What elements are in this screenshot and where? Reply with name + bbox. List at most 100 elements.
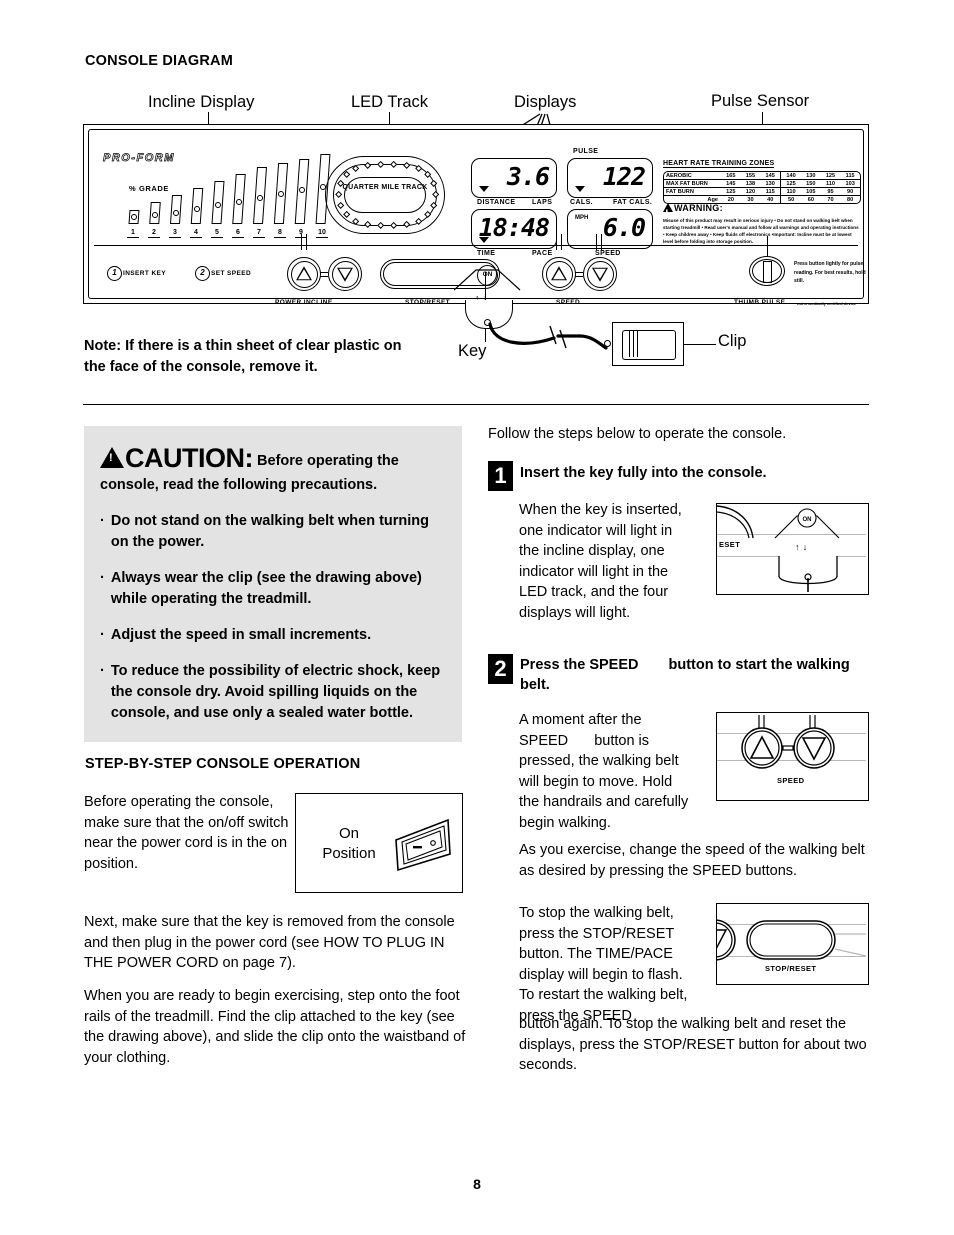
step-2-figure-caption: SPEED bbox=[777, 776, 805, 785]
console-diagram-title: CONSOLE DIAGRAM bbox=[85, 53, 233, 69]
paragraph-to-stop-continued: button again. To stop the walking belt a… bbox=[519, 1016, 867, 1074]
speed-up-button[interactable] bbox=[542, 257, 576, 291]
caution-item-text: Always wear the clip (see the drawing ab… bbox=[110, 570, 422, 608]
step-2-body: A moment after the SPEED button is press… bbox=[519, 710, 689, 833]
callout-pulse-sensor: Pulse Sensor bbox=[711, 92, 810, 110]
incline-indicator-5 bbox=[214, 202, 221, 208]
distance-display: 3.6 bbox=[471, 158, 557, 198]
pulse-indicator-triangle bbox=[575, 186, 585, 192]
incline-number-3: 3 bbox=[169, 229, 181, 238]
incline-number-5: 5 bbox=[211, 229, 223, 238]
clip-detail-line bbox=[629, 331, 631, 357]
incline-indicator-3 bbox=[172, 210, 179, 216]
time-indicator-triangle bbox=[479, 237, 489, 243]
caution-item: · To reduce the possibility of electric … bbox=[100, 661, 446, 724]
hr-cell: 120 bbox=[740, 187, 761, 196]
on-position-label: On Position bbox=[322, 825, 376, 863]
bullet-icon: · bbox=[100, 627, 105, 644]
step-by-step-title: STEP-BY-STEP CONSOLE OPERATION bbox=[85, 756, 361, 772]
triangle-down-icon bbox=[592, 267, 608, 282]
step-2-speed-buttons-art bbox=[741, 715, 835, 769]
step-number-1: 1 bbox=[488, 461, 513, 491]
mph-label: MPH bbox=[575, 215, 589, 221]
incline-number-4: 4 bbox=[190, 229, 202, 238]
led-track-label: QUARTER MILE TRACK bbox=[342, 184, 428, 191]
key-cord bbox=[488, 322, 608, 350]
caution-word: CAUTION bbox=[125, 443, 245, 473]
pulse-display: 122 bbox=[567, 158, 653, 198]
thumb-pulse-sensor[interactable] bbox=[749, 256, 785, 286]
thumb-pulse-disclaimer: not a medically certified device bbox=[797, 301, 857, 306]
triangle-down-icon bbox=[337, 267, 353, 282]
hr-cell: 155 bbox=[740, 172, 761, 180]
step-1-figure: ON ESET ↑ ↓ bbox=[716, 503, 869, 595]
caution-item-text: Adjust the speed in small increments. bbox=[110, 627, 372, 644]
thumb-pulse-instructions: Press button lightly for pulse reading. … bbox=[794, 261, 866, 284]
laps-label: LAPS bbox=[532, 199, 553, 206]
incline-indicator-7 bbox=[256, 195, 263, 201]
warning-body: Misuse of this product may result in ser… bbox=[663, 218, 859, 245]
time-value: 18:48 bbox=[478, 213, 550, 242]
hr-cell: 103 bbox=[840, 179, 860, 188]
incline-up-stem bbox=[301, 234, 303, 250]
incline-indicator-8 bbox=[277, 191, 284, 197]
step-2-figure: SPEED bbox=[716, 712, 869, 801]
distance-label: DISTANCE bbox=[477, 199, 516, 206]
bullet-icon: · bbox=[100, 663, 105, 680]
caution-item-text: Do not stand on the walking belt when tu… bbox=[110, 513, 430, 551]
key-and-clip-figure: Key Clip bbox=[440, 272, 770, 378]
incline-up-stem-2 bbox=[306, 234, 308, 250]
power-incline-up-button[interactable] bbox=[287, 257, 321, 291]
clip-label: Clip bbox=[718, 332, 747, 350]
incline-number-6: 6 bbox=[232, 229, 244, 238]
hr-cell: 125 bbox=[721, 187, 741, 196]
hr-cell: 90 bbox=[840, 187, 860, 196]
incline-indicator-1 bbox=[130, 214, 137, 220]
caution-item: · Adjust the speed in small increments. bbox=[100, 625, 446, 646]
clip-detail-line bbox=[633, 331, 635, 357]
hr-row-label: MAX FAT BURN bbox=[664, 179, 721, 188]
heart-rate-zone-panel: HEART RATE TRAINING ZONES AEROBIC 165 15… bbox=[663, 152, 861, 204]
hr-row-label: FAT BURN bbox=[664, 187, 721, 196]
caution-item-text: To reduce the possibility of electric sh… bbox=[110, 663, 441, 722]
svg-text:ON: ON bbox=[803, 517, 812, 523]
bullet-icon: · bbox=[100, 570, 105, 587]
speed-display: MPH 6.0 bbox=[567, 209, 653, 249]
pulse-value: 122 bbox=[602, 162, 646, 191]
warning-triangle-icon bbox=[100, 447, 124, 468]
fat-cals-label: FAT CALS. bbox=[613, 199, 653, 206]
hr-cell: 95 bbox=[820, 187, 841, 196]
caution-item: · Always wear the clip (see the drawing … bbox=[100, 568, 446, 610]
clip-attachment-hole bbox=[604, 340, 611, 347]
incline-number-8: 8 bbox=[274, 229, 286, 238]
incline-number-7: 7 bbox=[253, 229, 265, 238]
caution-heading: CAUTION: Before operating the console, r… bbox=[100, 440, 446, 496]
paragraph-next-key-removed: Next, make sure that the key is removed … bbox=[84, 914, 455, 972]
hr-row-label: AEROBIC bbox=[664, 172, 721, 180]
speed-down-stem bbox=[596, 234, 598, 250]
clip-figure-box bbox=[612, 322, 684, 366]
caution-box: CAUTION: Before operating the console, r… bbox=[84, 426, 462, 743]
power-incline-label: POWER INCLINE bbox=[275, 299, 333, 306]
page-number: 8 bbox=[473, 1176, 481, 1192]
paragraph-to-stop: To stop the walking belt, press the STOP… bbox=[519, 905, 688, 1024]
table-row: FAT BURN 125 120 115 110 105 95 90 bbox=[664, 187, 860, 196]
triangle-up-icon bbox=[551, 266, 567, 281]
hr-cell: 138 bbox=[740, 179, 761, 188]
hr-cell: 140 bbox=[780, 172, 802, 180]
table-row: AEROBIC 165 155 145 140 130 125 115 bbox=[664, 172, 860, 180]
on-position-figure: On Position bbox=[295, 793, 463, 893]
hr-cell: 165 bbox=[721, 172, 741, 180]
led-track-core bbox=[344, 177, 426, 213]
table-row: MAX FAT BURN 145 138 130 125 150 110 103 bbox=[664, 179, 860, 188]
incline-indicator-9 bbox=[298, 187, 305, 193]
power-incline-down-button[interactable] bbox=[328, 257, 362, 291]
insert-key-label: INSERT KEY bbox=[123, 270, 167, 277]
key-slot-outline bbox=[454, 269, 521, 291]
console-warning: WARNING: Misuse of this product may resu… bbox=[663, 198, 859, 245]
grade-label: % GRADE bbox=[129, 184, 170, 193]
caution-item: · Do not stand on the walking belt when … bbox=[100, 511, 446, 553]
thumb-pulse-contact bbox=[763, 261, 772, 283]
insert-key-step-number: 1 bbox=[107, 266, 122, 281]
speed-down-button[interactable] bbox=[583, 257, 617, 291]
